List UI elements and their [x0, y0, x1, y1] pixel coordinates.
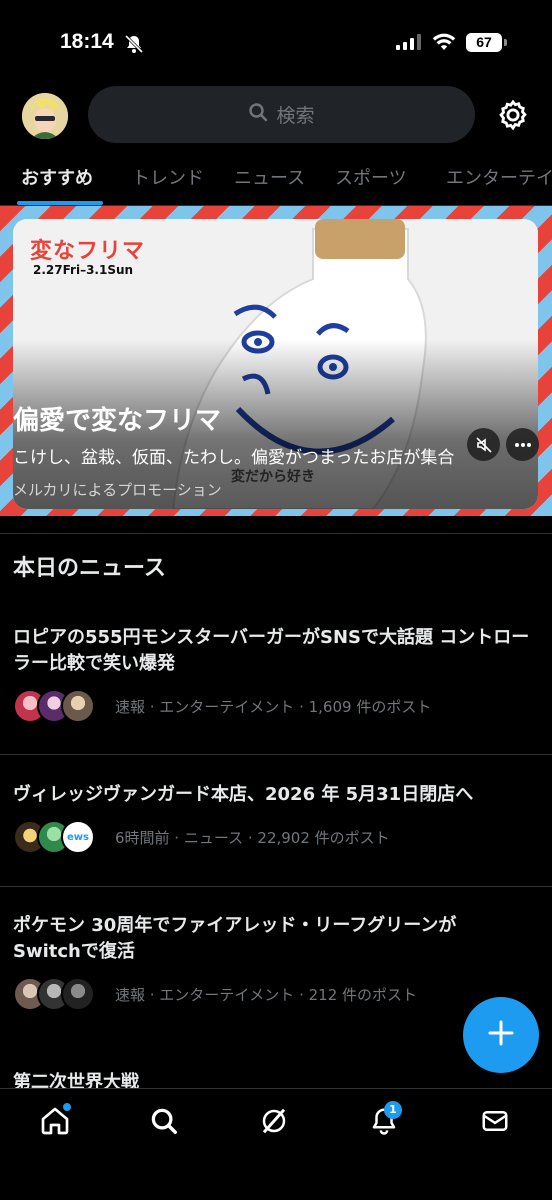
status-bar: 18:14 67 — [0, 0, 552, 90]
unread-dot — [63, 1103, 71, 1111]
news-meta: 速報 · エンターテイメント · 1,609 件のポスト — [115, 697, 432, 716]
promo-bottle-text: 変だから好き — [231, 469, 315, 485]
search-placeholder: 検索 — [276, 105, 315, 127]
battery-indicator: 67 — [466, 33, 507, 52]
nav-notifications[interactable]: 1 — [364, 1101, 404, 1143]
bell-mute-icon — [124, 34, 144, 58]
tab-sports[interactable]: スポーツ — [335, 164, 407, 190]
settings-gear-icon[interactable] — [496, 98, 530, 136]
search-icon — [149, 1106, 179, 1140]
tab-trending[interactable]: トレンド — [132, 164, 204, 190]
news-item[interactable]: ヴィレッジヴァンガード本店、2026 年 5月31日閉店へ ews 6時間前 ·… — [13, 782, 543, 854]
grok-icon — [259, 1106, 289, 1140]
avatar: ews — [61, 820, 95, 854]
news-avatars: ews — [13, 820, 109, 854]
compose-post-button[interactable] — [463, 997, 539, 1073]
news-title: ポケモン 30周年でファイアレッド・リーフグリーンがSwitchで復活 — [13, 915, 457, 962]
active-tab-indicator — [17, 201, 103, 205]
notification-badge: 1 — [384, 1101, 402, 1119]
news-item[interactable]: ロピアの555円モンスターバーガーがSNSで大話題 コントローラー比較で笑い爆発… — [13, 625, 543, 723]
status-time: 18:14 — [60, 30, 114, 53]
news-title: ロピアの555円モンスターバーガーがSNSで大話題 コントローラー比較で笑い爆発 — [13, 627, 530, 674]
news-meta: 速報 · エンターテイメント · 212 件のポスト — [115, 985, 418, 1004]
promoted-banner[interactable]: 変なフリマ 2.27Fri–3.1Sun 変だから好き — [0, 206, 552, 516]
avatar — [61, 977, 95, 1011]
tab-news[interactable]: ニュース — [234, 164, 305, 190]
news-avatars — [13, 977, 109, 1011]
news-meta: 6時間前 · ニュース · 22,902 件のポスト — [115, 828, 390, 847]
tab-recommended[interactable]: おすすめ — [21, 164, 93, 190]
news-item[interactable]: ポケモン 30周年でファイアレッド・リーフグリーンがSwitchで復活 速報 ·… — [13, 913, 543, 1011]
promo-sponsor: メルカリによるプロモーション — [13, 481, 222, 499]
nav-grok[interactable] — [254, 1103, 294, 1143]
nav-explore[interactable] — [144, 1103, 184, 1143]
divider — [0, 754, 552, 755]
divider — [0, 533, 552, 534]
tab-entertainment[interactable]: エンターテイ — [446, 164, 552, 190]
promo-logo: 変なフリマ — [30, 239, 146, 264]
nav-home[interactable] — [35, 1103, 75, 1143]
wifi-icon — [432, 33, 456, 55]
bottom-nav: 1 — [0, 1088, 552, 1200]
nav-messages[interactable] — [475, 1103, 515, 1143]
more-options-button[interactable] — [506, 428, 539, 461]
search-input[interactable]: 検索 — [88, 86, 475, 143]
mail-icon — [480, 1106, 510, 1140]
search-icon — [248, 102, 268, 127]
plus-icon — [488, 1020, 514, 1050]
promo-dates: 2.27Fri–3.1Sun — [33, 263, 134, 277]
news-title: ヴィレッジヴァンガード本店、2026 年 5月31日閉店へ — [13, 784, 474, 805]
news-avatars — [13, 689, 109, 723]
promo-subtitle: こけし、盆栽、仮面、たわし。偏愛がつまったお店が集合 — [13, 448, 455, 468]
cellular-signal-icon — [396, 34, 421, 50]
divider — [0, 886, 552, 887]
avatar — [61, 689, 95, 723]
mute-video-button[interactable] — [467, 428, 500, 461]
profile-avatar[interactable] — [22, 93, 68, 139]
explore-tabs: おすすめ トレンド ニュース スポーツ エンターテイ — [0, 150, 552, 206]
promo-title: 偏愛で変なフリマ — [13, 406, 222, 436]
section-title: 本日のニュース — [13, 556, 166, 581]
